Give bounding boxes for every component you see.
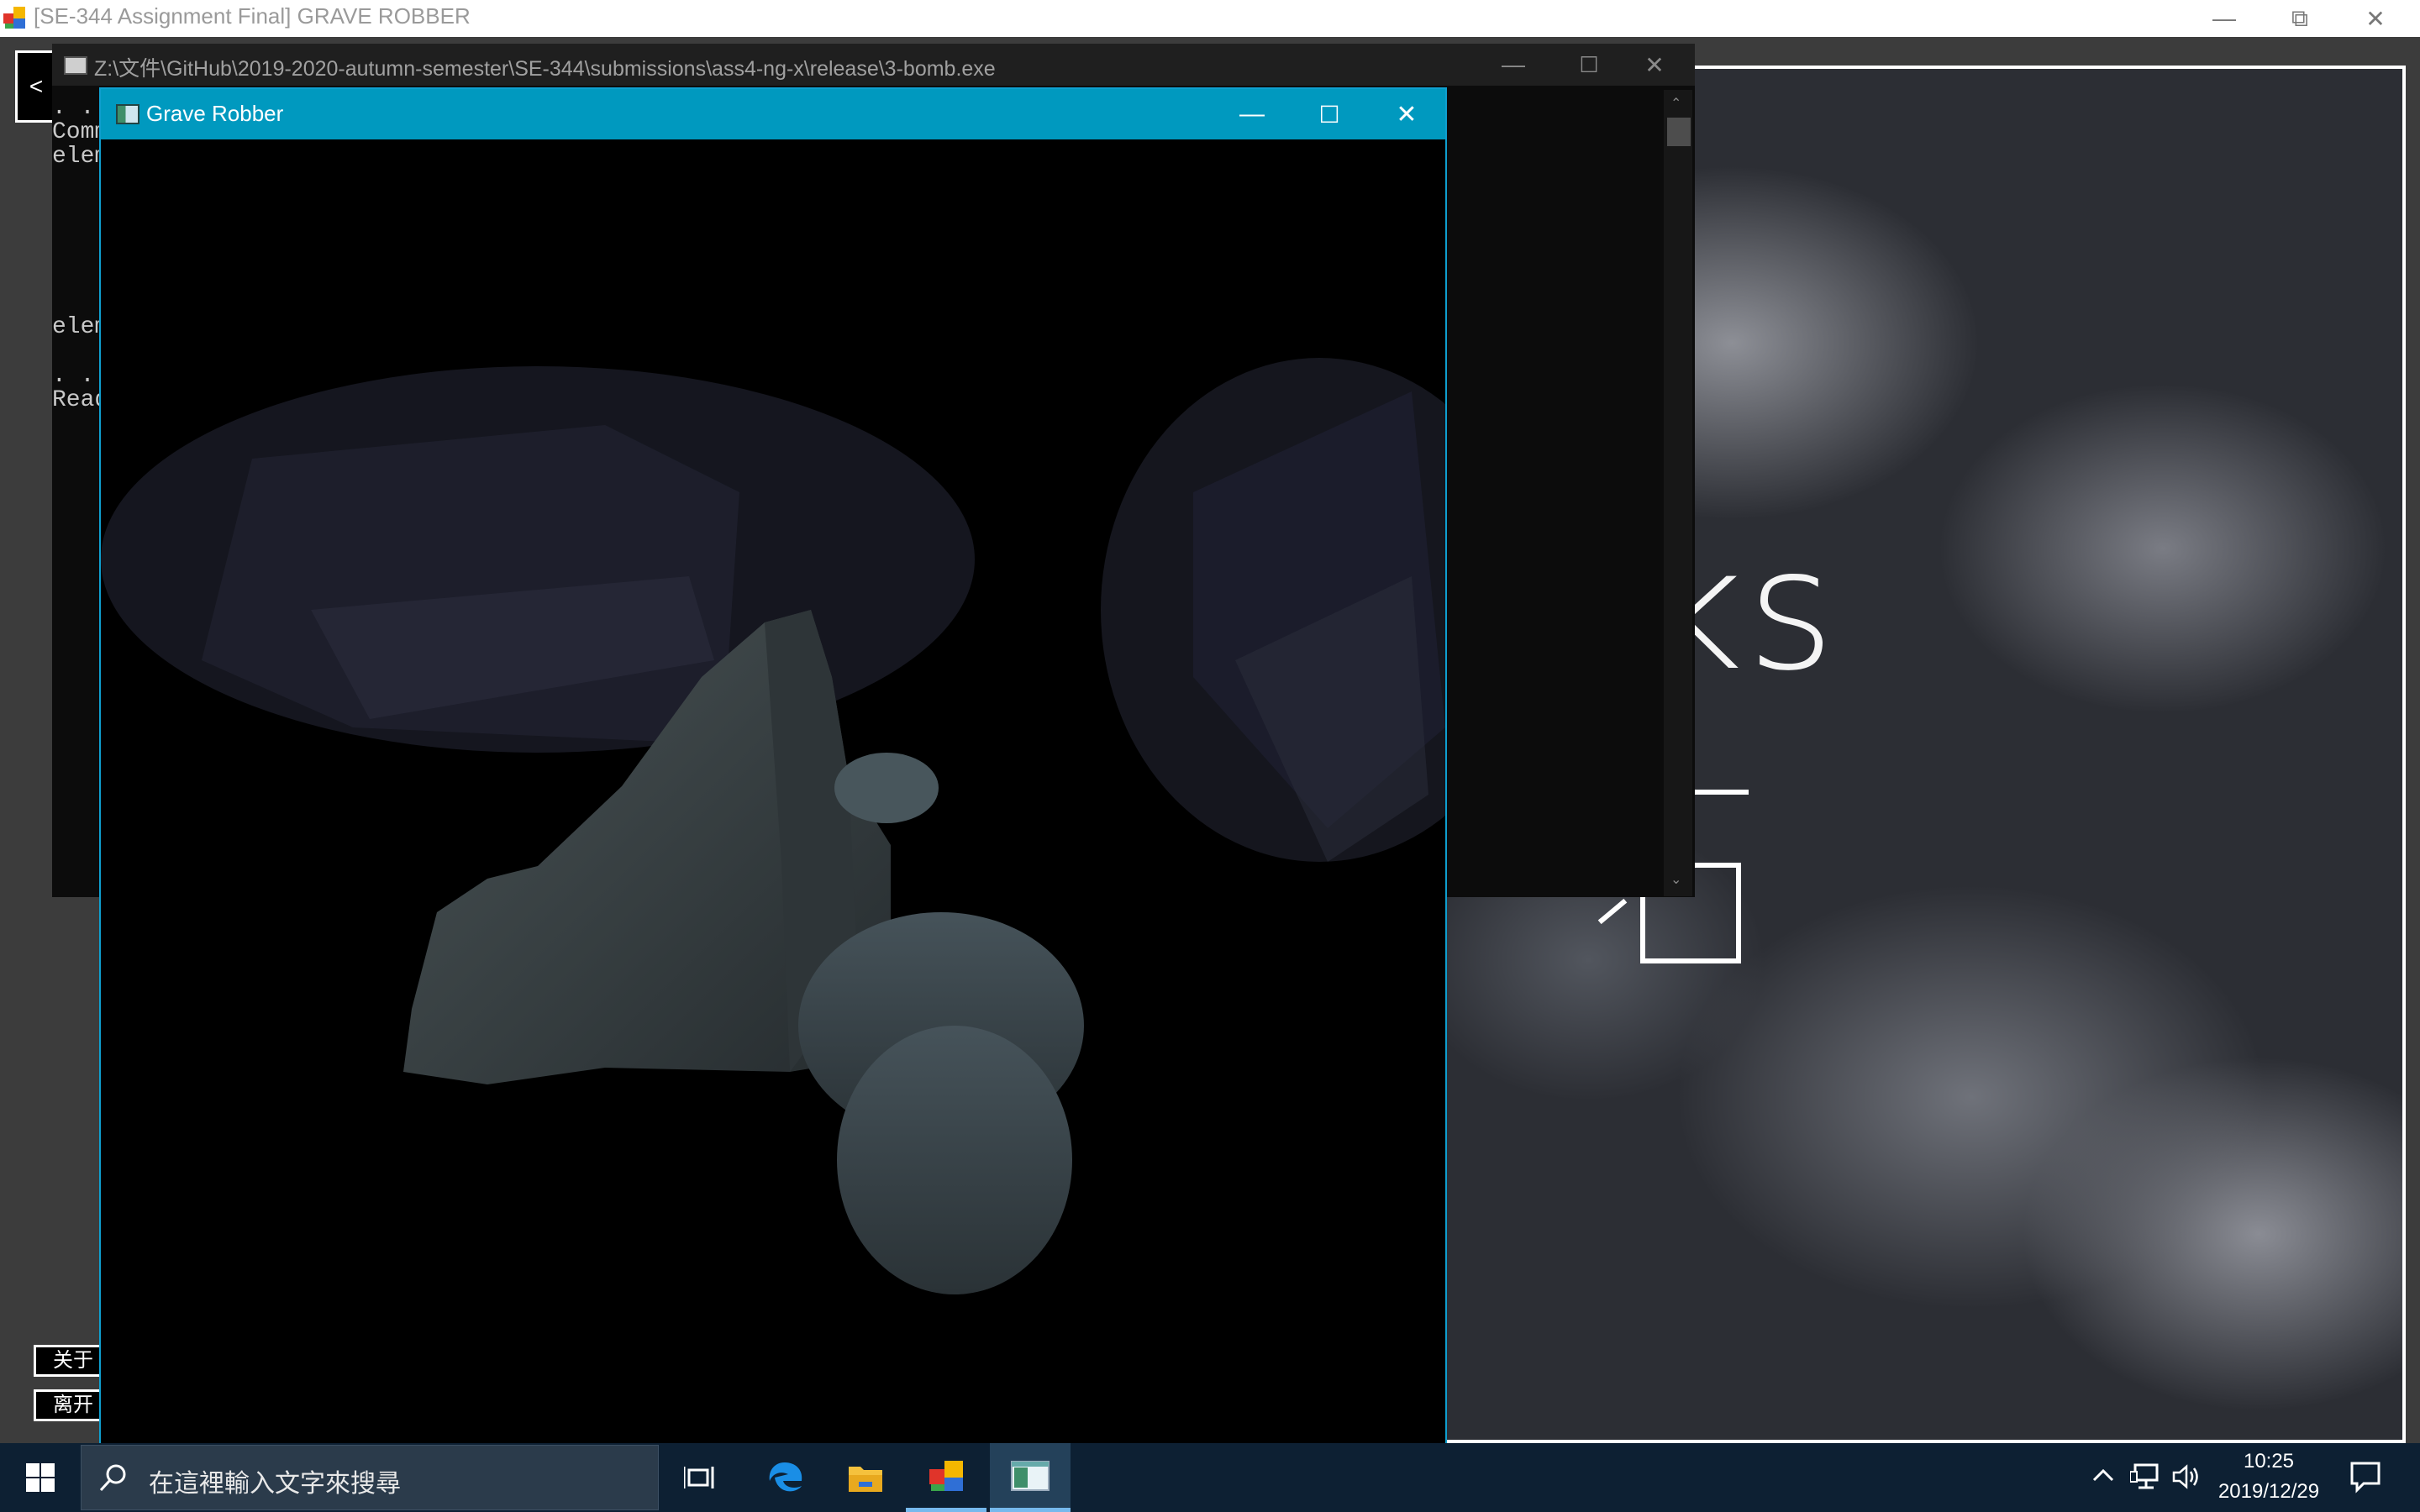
- folder-icon: [849, 1467, 882, 1492]
- edge-browser-button[interactable]: [744, 1443, 825, 1512]
- game-minimize-button[interactable]: —: [1213, 89, 1291, 139]
- edge-icon: [769, 1462, 802, 1492]
- console-line: Comm: [52, 119, 103, 145]
- maximize-icon: ☐: [1579, 51, 1599, 77]
- outer-window-titlebar[interactable]: [SE-344 Assignment Final] GRAVE ROBBER —…: [0, 0, 2420, 37]
- menu-decoration-slash: [1597, 898, 1628, 925]
- game-scene: [101, 139, 1445, 1443]
- taskbar-search-box[interactable]: 在這裡輸入文字來搜尋: [81, 1445, 659, 1510]
- console-title: Z:\文件\GitHub\2019-2020-autumn-semester\S…: [94, 57, 996, 81]
- console-minimize-button[interactable]: —: [1476, 44, 1551, 86]
- show-hidden-icons-button[interactable]: [2091, 1463, 2116, 1493]
- scroll-down-icon[interactable]: ⌄: [1670, 871, 1681, 888]
- restore-button[interactable]: ⧉: [2262, 0, 2338, 37]
- game-maximize-button[interactable]: ☐: [1291, 89, 1368, 139]
- restore-icon: ⧉: [2291, 4, 2308, 31]
- game-app-icon: [116, 104, 139, 124]
- game-titlebar[interactable]: Grave Robber — ☐ ✕: [101, 89, 1445, 139]
- clock-date[interactable]: 2019/12/29: [2206, 1480, 2332, 1504]
- network-status-button[interactable]: [2129, 1463, 2159, 1494]
- speaker-icon: [2172, 1464, 2198, 1489]
- taskbar: 在這裡輸入文字來搜尋 10:25 2019/12/29: [0, 1443, 2420, 1512]
- close-icon: ✕: [2365, 5, 2386, 32]
- volume-button[interactable]: [2172, 1463, 2201, 1494]
- search-icon: [99, 1464, 126, 1492]
- assignment-app-button[interactable]: [906, 1443, 986, 1512]
- console-line: . . . .: [52, 96, 95, 121]
- back-button[interactable]: <: [15, 50, 57, 123]
- notifications-button[interactable]: [2349, 1460, 2382, 1498]
- minimize-icon: —: [2212, 5, 2236, 31]
- menu-decoration-line: [1693, 790, 1749, 795]
- console-line: elem: [52, 144, 103, 170]
- console-icon: [64, 56, 87, 75]
- network-icon: [2129, 1463, 2159, 1489]
- file-explorer-button[interactable]: [825, 1443, 906, 1512]
- minimize-icon: —: [1239, 100, 1265, 128]
- game-viewport[interactable]: [101, 139, 1445, 1443]
- console-line: . . . .: [52, 363, 95, 389]
- minimize-icon: —: [1502, 51, 1525, 77]
- close-icon: ✕: [1396, 100, 1418, 129]
- scroll-up-icon[interactable]: ⌃: [1670, 95, 1681, 112]
- task-view-button[interactable]: [659, 1443, 739, 1512]
- app-icon: [3, 7, 27, 29]
- console-line: Read: [52, 387, 103, 412]
- console-scroll-thumb[interactable]: [1667, 118, 1691, 146]
- grave-robber-app-icon: [1011, 1460, 1050, 1491]
- game-window[interactable]: Grave Robber — ☐ ✕: [99, 87, 1447, 1443]
- console-output: . . . .Commelem elem . . . .Read: [52, 96, 103, 412]
- close-button[interactable]: ✕: [2338, 0, 2413, 37]
- search-placeholder: 在這裡輸入文字來搜尋: [149, 1470, 401, 1498]
- action-center-icon: [2350, 1462, 2381, 1494]
- assignment-app-icon: [929, 1460, 963, 1491]
- chevron-up-icon: [2092, 1468, 2114, 1482]
- clock-time[interactable]: 10:25: [2210, 1450, 2328, 1473]
- grave-robber-task-button[interactable]: [990, 1443, 1071, 1512]
- minimize-button[interactable]: —: [2186, 0, 2262, 37]
- maximize-icon: ☐: [1318, 101, 1340, 128]
- task-view-icon: [684, 1467, 714, 1488]
- game-close-button[interactable]: ✕: [1368, 89, 1445, 139]
- console-close-button[interactable]: ✕: [1617, 44, 1692, 86]
- start-button[interactable]: [0, 1443, 81, 1512]
- console-titlebar[interactable]: Z:\文件\GitHub\2019-2020-autumn-semester\S…: [52, 44, 1695, 86]
- console-line: elem: [52, 314, 103, 340]
- outer-window-title: [SE-344 Assignment Final] GRAVE ROBBER: [34, 3, 471, 29]
- console-maximize-button[interactable]: ☐: [1551, 44, 1627, 86]
- close-icon: ✕: [1644, 51, 1665, 78]
- game-title: Grave Robber: [146, 101, 284, 126]
- windows-logo-icon: [26, 1463, 55, 1492]
- console-scrollbar[interactable]: ⌃ ⌄: [1664, 90, 1692, 896]
